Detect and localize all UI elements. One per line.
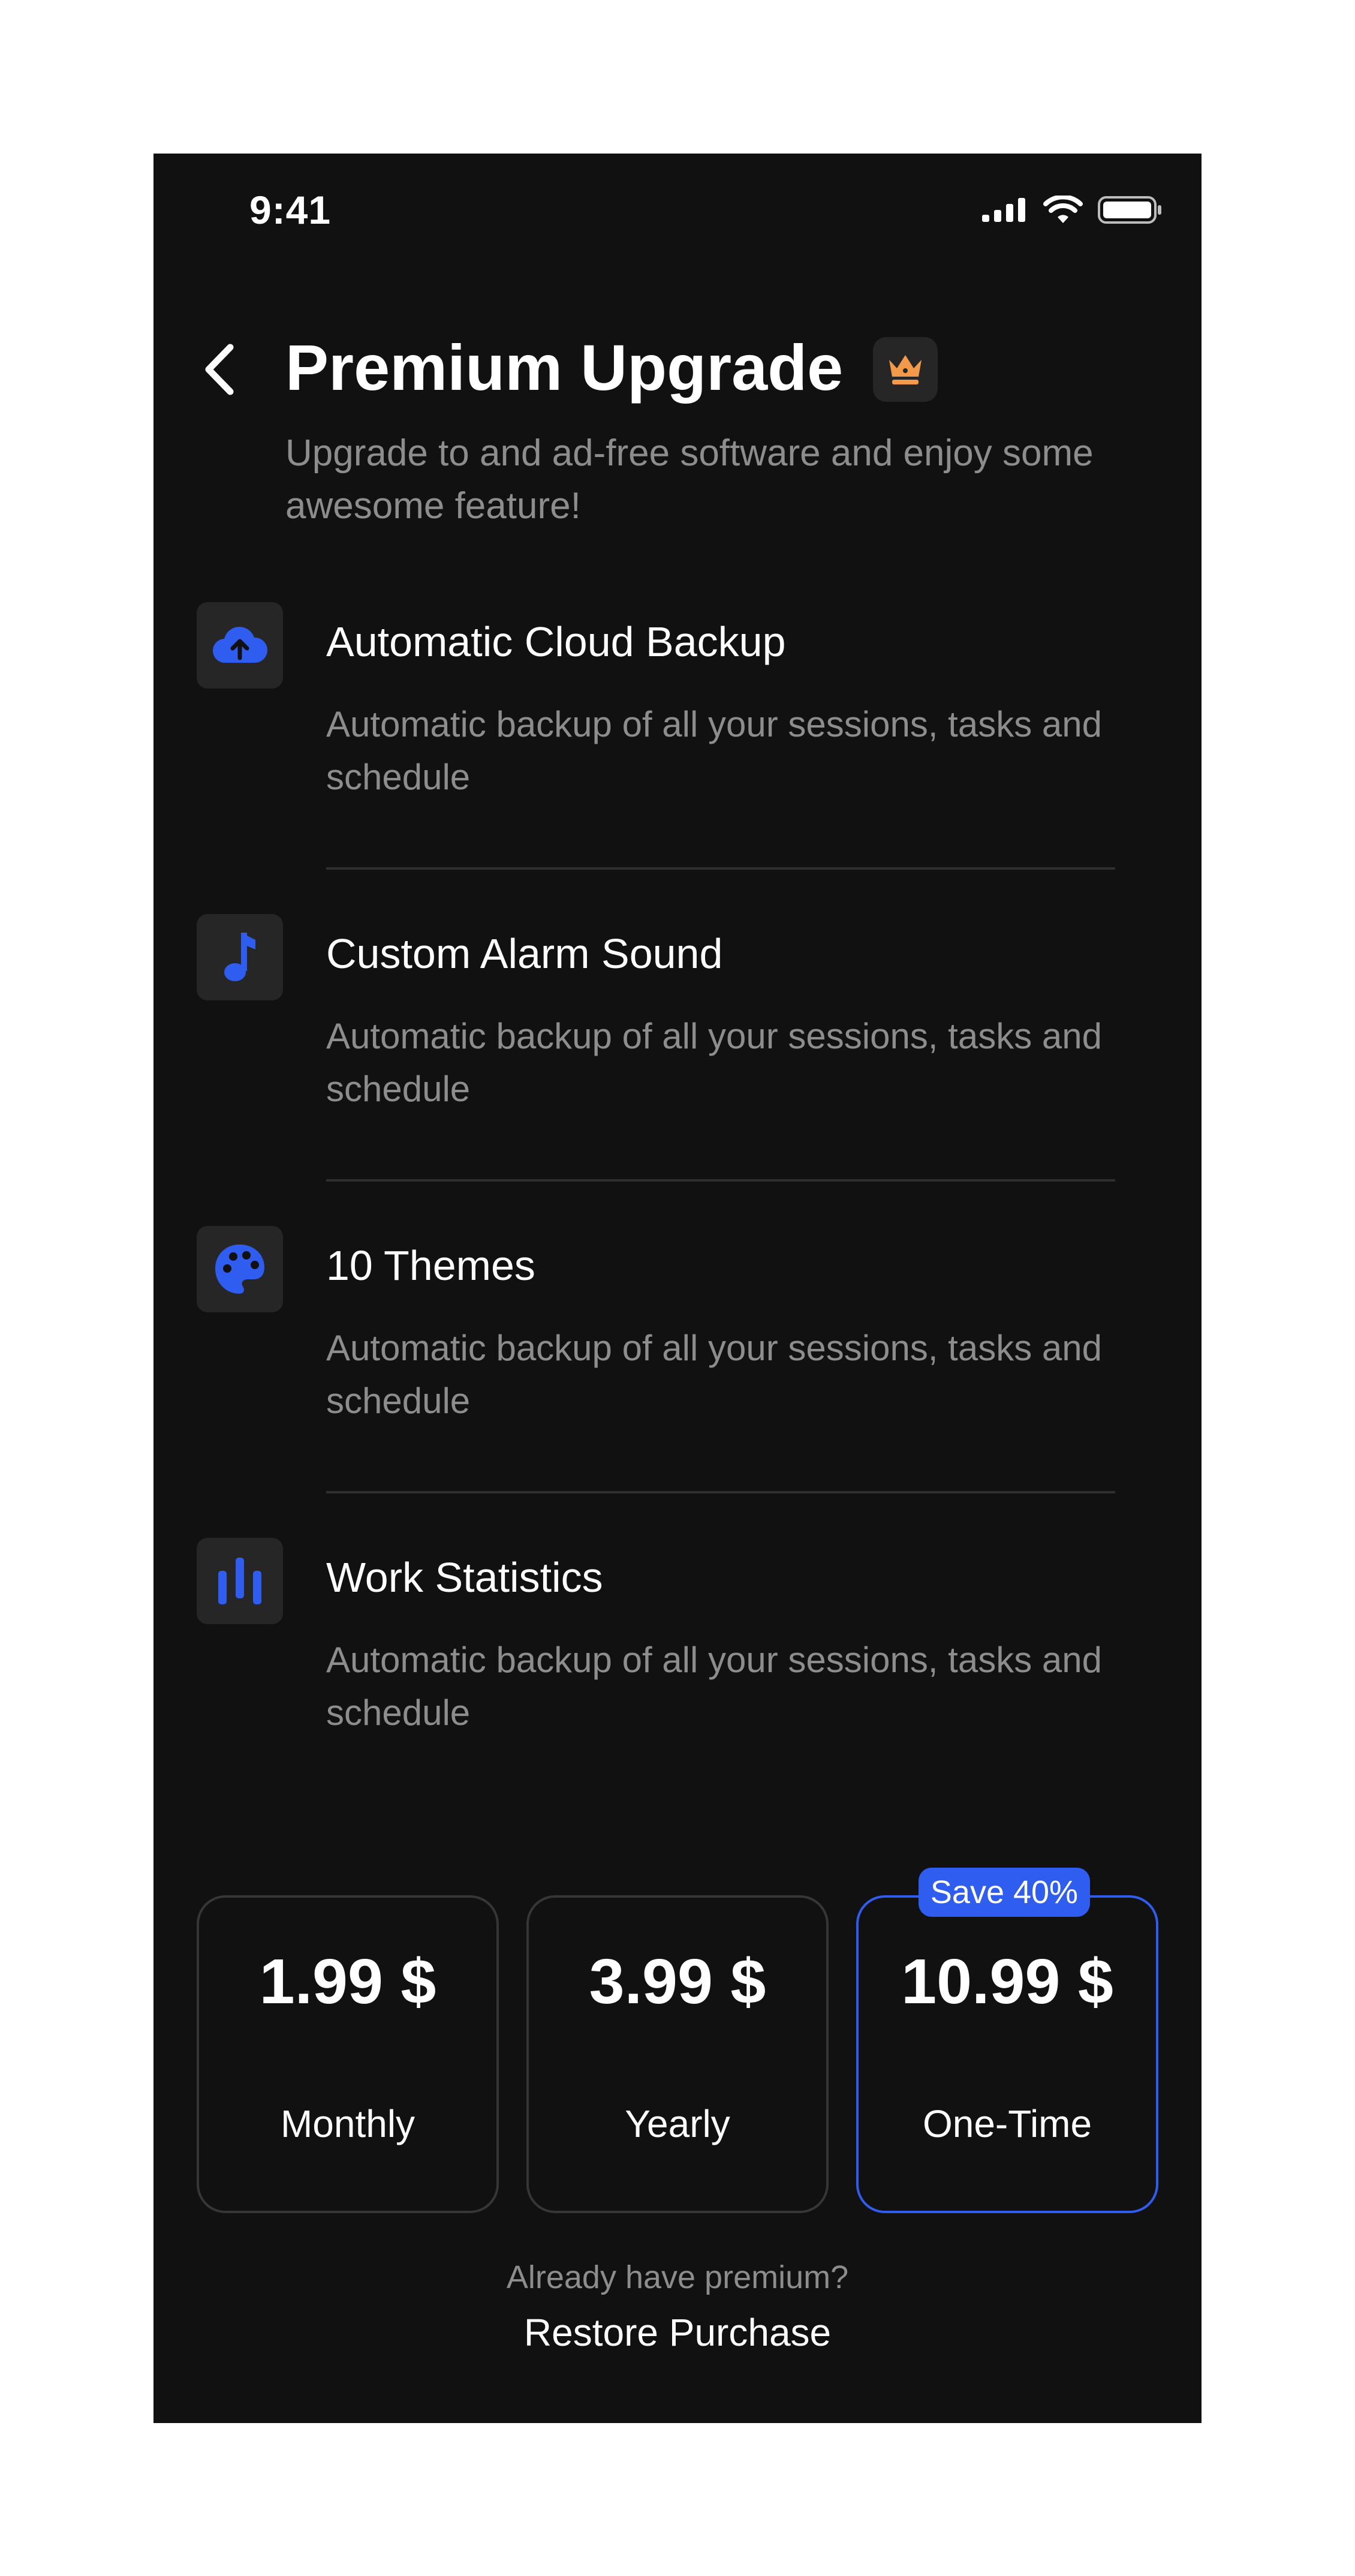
feature-icon-tile [197,1538,283,1624]
feature-description: Automatic backup of all your sessions, t… [326,704,1102,797]
feature-title: Automatic Cloud Backup [326,618,786,665]
plan-price: 3.99 $ [589,1946,766,2017]
divider [326,867,1115,870]
back-button[interactable] [189,333,249,405]
chevron-left-icon [205,344,234,395]
restore-purchase-button[interactable]: Restore Purchase [498,2310,857,2355]
cloud-upload-icon [212,627,267,663]
feature-title: Custom Alarm Sound [326,930,723,977]
plan-label: Yearly [625,2102,730,2145]
status-icons [982,193,1162,227]
plan-label: Monthly [280,2102,415,2145]
page-subtitle: Upgrade to and ad-free software and enjo… [285,432,1094,527]
crown-icon [889,355,922,384]
page-title: Premium Upgrade [285,331,844,404]
plan-label: One-Time [922,2102,1092,2145]
feature-item-work-statistics: Work Statistics Automatic backup of all … [197,1538,1156,1742]
divider [326,1491,1115,1493]
bar-stats-icon [218,1558,261,1604]
premium-badge [873,337,938,402]
feature-title: 10 Themes [326,1242,535,1289]
cellular-signal-icon [982,198,1025,222]
plan-card-monthly[interactable]: 1.99 $ Monthly [197,1895,499,2213]
save-badge: Save 40% [919,1868,1090,1917]
already-premium-text: Already have premium? [506,2259,849,2295]
feature-item-themes: 10 Themes Automatic backup of all your s… [197,1226,1156,1430]
plan-card-one-time[interactable]: 10.99 $ One-Time [856,1895,1158,2213]
status-time: 9:41 [249,188,332,232]
feature-icon-tile [197,914,283,1000]
feature-description: Automatic backup of all your sessions, t… [326,1016,1102,1109]
feature-icon-tile [197,1226,283,1312]
feature-title: Work Statistics [326,1554,603,1601]
battery-icon [1098,196,1161,224]
feature-description: Automatic backup of all your sessions, t… [326,1328,1102,1421]
wifi-icon [1043,196,1083,223]
music-note-icon [224,933,255,981]
feature-item-alarm-sound: Custom Alarm Sound Automatic backup of a… [197,914,1156,1118]
plan-price: 1.99 $ [259,1946,436,2017]
feature-item-cloud-backup: Automatic Cloud Backup Automatic backup … [197,602,1156,806]
plan-card-yearly[interactable]: 3.99 $ Yearly [526,1895,829,2213]
palette-icon [215,1245,264,1294]
plan-price: 10.99 $ [901,1946,1113,2017]
feature-description: Automatic backup of all your sessions, t… [326,1640,1102,1733]
divider [326,1179,1115,1182]
feature-icon-tile [197,602,283,689]
premium-upgrade-screen: 9:41 Premium Upgrade Upgrade to and ad-f… [153,154,1202,2423]
